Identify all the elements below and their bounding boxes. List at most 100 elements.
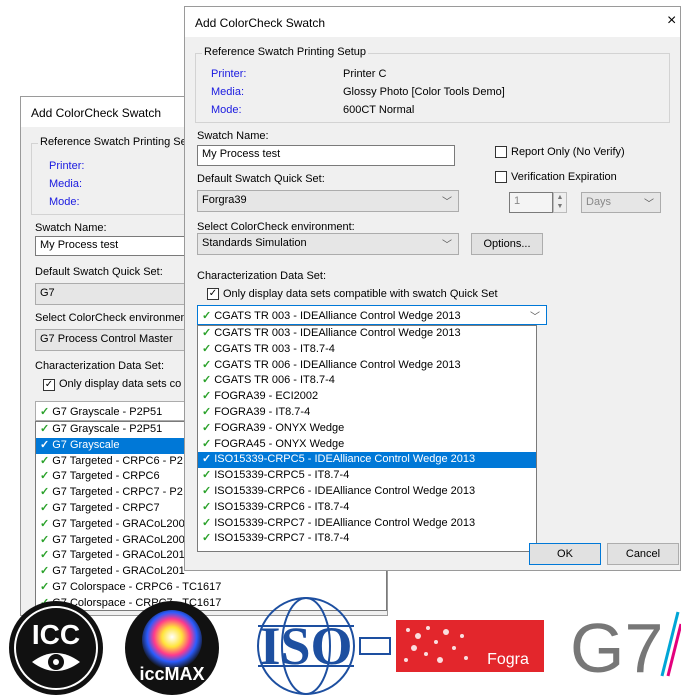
list-item[interactable]: ✓ ISO15339-CRPC5 - IDEAlliance Control We… — [198, 452, 536, 469]
check-icon: ✓ — [40, 517, 50, 530]
front-quickset-label: Default Swatch Quick Set: — [197, 173, 325, 185]
list-item-label: CGATS TR 006 - IT8.7-4 — [214, 374, 335, 387]
front-dialog-title: Add ColorCheck Swatch — [195, 16, 326, 30]
list-item[interactable]: ✓ FOGRA45 - ONYX Wedge — [198, 437, 536, 453]
expiration-spinner[interactable]: ▲ ▼ — [553, 192, 567, 213]
back-media-label: Media: — [49, 178, 83, 190]
list-item[interactable]: ✓ ISO15339-CRPC6 - IDEAlliance Control We… — [198, 484, 536, 500]
check-icon: ✓ — [202, 437, 212, 450]
list-item-label: FOGRA39 - ONYX Wedge — [214, 421, 345, 434]
front-swatch-name-input[interactable]: My Process test — [197, 145, 455, 166]
front-charset-label: Characterization Data Set: — [197, 270, 327, 282]
front-only-display-checkbox[interactable]: ✓ — [207, 288, 219, 300]
list-item-label: G7 Grayscale - P2P51 — [52, 423, 163, 435]
iso-text: ISO — [259, 616, 352, 676]
list-item-label: G7 Targeted - CRPC7 - P2 — [52, 486, 183, 499]
back-mode-label: Mode: — [49, 196, 80, 208]
check-icon: ✓ — [40, 565, 50, 578]
check-icon: ✓ — [202, 516, 212, 529]
back-dialog-title: Add ColorCheck Swatch — [31, 106, 162, 120]
check-icon: ✓ — [202, 310, 212, 322]
front-env-select[interactable]: Standards Simulation ﹀ — [197, 233, 459, 255]
back-charset-selected: G7 Grayscale - P2P51 — [52, 406, 163, 418]
front-quickset-select[interactable]: Forgra39 ﹀ — [197, 190, 459, 212]
check-icon: ✓ — [40, 454, 50, 467]
expiration-unit-value: Days — [586, 196, 612, 208]
icc-logo: ICC — [8, 600, 104, 696]
expiration-number-input[interactable]: 1 — [509, 192, 553, 213]
check-icon: ✓ — [202, 500, 212, 513]
front-quickset-value: Forgra39 — [202, 194, 247, 206]
front-printer-value: Printer C — [343, 68, 387, 80]
list-item-label: G7 Targeted - GRACoL201 — [52, 565, 185, 578]
front-env-label: Select ColorCheck environment: — [197, 221, 355, 233]
list-item-label: FOGRA39 - ECI2002 — [214, 390, 319, 403]
front-dialog-titlebar[interactable]: Add ColorCheck Swatch × — [185, 7, 680, 37]
front-mode-value: 600CT Normal — [343, 104, 415, 116]
list-item[interactable]: ✓ CGATS TR 006 - IT8.7-4 — [198, 373, 536, 389]
fogra-logo: Fogra — [396, 620, 544, 672]
front-swatch-name-label: Swatch Name: — [197, 130, 269, 142]
back-only-display-label: Only display data sets co — [59, 378, 182, 390]
expiration-unit-select[interactable]: Days ﹀ — [581, 192, 661, 213]
list-item[interactable]: ✓ CGATS TR 003 - IT8.7-4 — [198, 342, 536, 358]
close-icon[interactable]: × — [667, 12, 676, 30]
g7-text: G7 — [570, 609, 663, 684]
list-item-label: G7 Targeted - CRPC7 — [52, 501, 160, 514]
list-item-label: CGATS TR 003 - IT8.7-4 — [214, 342, 335, 355]
options-button[interactable]: Options... — [471, 233, 543, 255]
list-item[interactable]: ✓ CGATS TR 006 - IDEAlliance Control Wedg… — [198, 358, 536, 374]
list-item-label: G7 Targeted - GRACoL201 — [52, 549, 185, 562]
check-icon: ✓ — [40, 501, 50, 514]
list-item-label: G7 Targeted - CRPC6 — [52, 470, 160, 483]
front-charset-list[interactable]: ✓ CGATS TR 003 - IDEAlliance Control Wedg… — [197, 325, 537, 552]
iso-logo: ISO — [242, 596, 402, 696]
g7-logo: G7 — [566, 606, 681, 687]
check-icon: ✓ — [202, 453, 212, 466]
list-item-label: FOGRA45 - ONYX Wedge — [214, 437, 345, 450]
list-item-label: G7 Grayscale — [52, 438, 120, 451]
ok-button[interactable]: OK — [529, 543, 601, 565]
list-item[interactable]: ✓ ISO15339-CRPC7 - IT8.7-4 — [198, 531, 536, 547]
list-item-label: ISO15339-CRPC5 - IDEAlliance Control Wed… — [214, 453, 476, 466]
front-mode-label: Mode: — [211, 104, 242, 116]
cancel-button[interactable]: Cancel — [607, 543, 679, 565]
verification-expiration-checkbox[interactable] — [495, 171, 507, 183]
check-icon: ✓ — [40, 533, 50, 546]
list-item[interactable]: ✓ ISO15339-CRPC7 - IDEAlliance Control We… — [198, 516, 536, 532]
icc-text: ICC — [32, 619, 80, 650]
list-item-label: G7 Targeted - GRACoL200 — [52, 517, 185, 530]
back-only-display-checkbox[interactable]: ✓ — [43, 379, 55, 391]
front-only-display-label: Only display data sets compatible with s… — [223, 288, 498, 300]
list-item[interactable]: ✓ FOGRA39 - ONYX Wedge — [198, 421, 536, 437]
check-icon: ✓ — [202, 532, 212, 545]
iccmax-text: iccMAX — [139, 664, 204, 684]
list-item[interactable]: ✓ CGATS TR 003 - IDEAlliance Control Wedg… — [198, 326, 536, 342]
list-item[interactable]: ✓ G7 Colorspace - CRPC6 - TC1617 — [36, 580, 386, 596]
report-only-checkbox[interactable] — [495, 146, 507, 158]
check-icon: ✓ — [202, 484, 212, 497]
check-icon: ✓ — [202, 405, 212, 418]
back-env-label: Select ColorCheck environment — [35, 312, 190, 324]
list-item-label: ISO15339-CRPC5 - IT8.7-4 — [214, 469, 350, 482]
front-charset-select[interactable]: ✓ CGATS TR 003 - IDEAlliance Control Wedg… — [197, 305, 547, 325]
back-quickset-label: Default Swatch Quick Set: — [35, 266, 163, 278]
list-item-label: ISO15339-CRPC7 - IT8.7-4 — [214, 532, 350, 545]
back-swatch-name-label: Swatch Name: — [35, 222, 107, 234]
fogra-text: Fogra — [487, 651, 529, 668]
check-icon: ✓ — [40, 423, 50, 435]
front-dialog: Add ColorCheck Swatch × Reference Swatch… — [184, 6, 681, 571]
list-item[interactable]: ✓ ISO15339-CRPC5 - IT8.7-4 — [198, 468, 536, 484]
list-item[interactable]: ✓ ISO15339-CRPC6 - IT8.7-4 — [198, 500, 536, 516]
check-icon: ✓ — [202, 390, 212, 403]
front-ref-group-legend: Reference Swatch Printing Setup — [202, 46, 369, 58]
list-item[interactable]: ✓ FOGRA39 - ECI2002 — [198, 389, 536, 405]
list-item[interactable]: ✓ FOGRA39 - IT8.7-4 — [198, 405, 536, 421]
report-only-label: Report Only (No Verify) — [511, 146, 625, 158]
front-env-value: Standards Simulation — [202, 237, 307, 249]
check-icon: ✓ — [202, 374, 212, 387]
chevron-down-icon: ﹀ — [530, 312, 540, 323]
check-icon: ✓ — [40, 406, 50, 418]
list-item-label: CGATS TR 006 - IDEAlliance Control Wedge… — [214, 358, 461, 371]
back-printer-label: Printer: — [49, 160, 85, 172]
